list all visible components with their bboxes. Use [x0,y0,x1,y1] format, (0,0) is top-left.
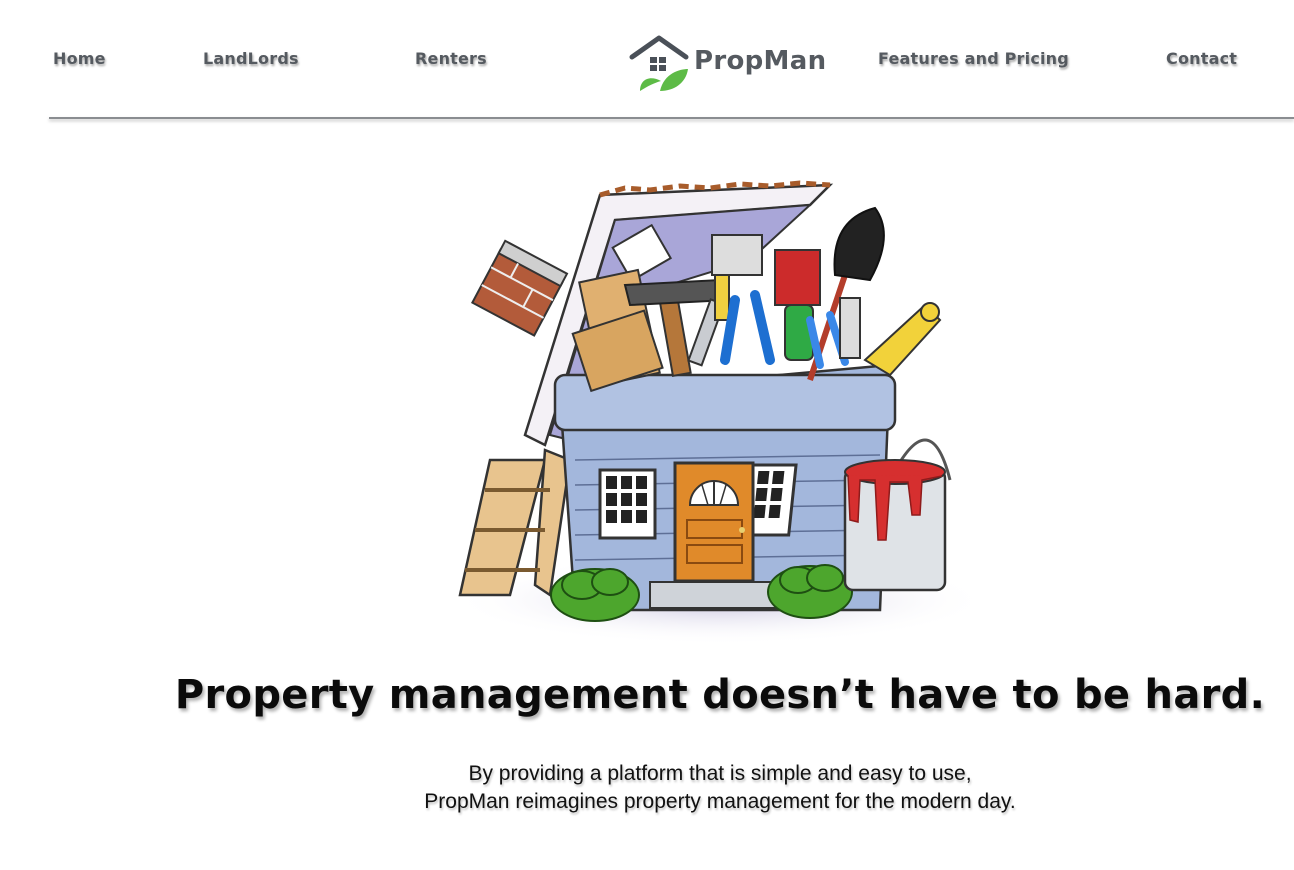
tagline-line-1: By providing a platform that is simple a… [468,762,972,785]
nav-contact-link[interactable]: Contact [1166,49,1237,68]
house-tools-illustration [450,180,990,650]
hero-headline: Property management doesn’t have to be h… [174,672,1266,718]
logo-text: PropMan [694,46,827,76]
nav-renters-link[interactable]: Renters [415,49,487,68]
nav-features-pricing-link[interactable]: Features and Pricing [878,49,1069,68]
nav-landlords-link[interactable]: LandLords [203,49,299,68]
nav-home-link[interactable]: Home [53,49,106,68]
house-roof-icon [629,35,689,91]
tagline-line-2: PropMan reimagines property management f… [424,790,1016,813]
hero-tagline: By providing a platform that is simple a… [320,760,1120,816]
header-divider [49,117,1294,119]
propman-logo[interactable]: PropMan [628,33,826,95]
